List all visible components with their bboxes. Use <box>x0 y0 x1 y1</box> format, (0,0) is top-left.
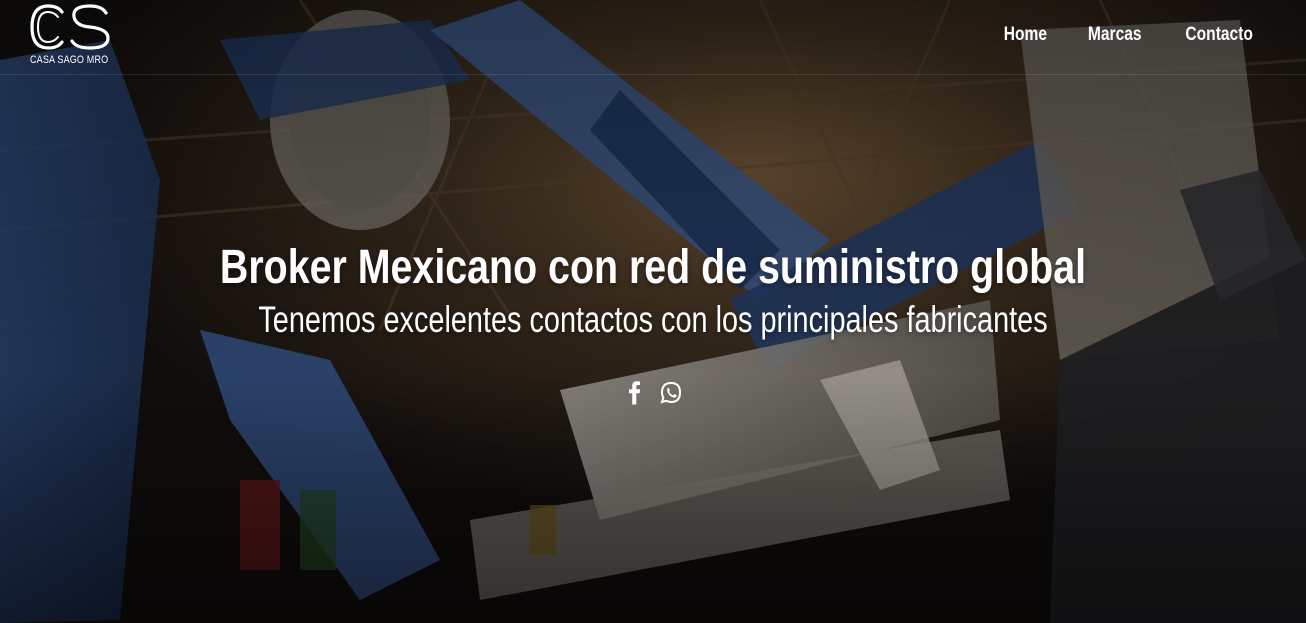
logo-brand-name: CASA SAGO MRO <box>30 54 109 66</box>
social-links <box>0 381 1306 405</box>
whatsapp-icon <box>660 381 682 404</box>
main-nav: Home Marcas Contacto <box>999 24 1260 46</box>
nav-marcas-link[interactable]: Marcas <box>1088 24 1142 46</box>
whatsapp-link[interactable] <box>660 381 682 405</box>
top-navbar: CASA SAGO MRO Home Marcas Contacto <box>0 0 1306 75</box>
facebook-icon <box>629 381 641 405</box>
logo[interactable]: CASA SAGO MRO <box>28 4 114 70</box>
hero-section: CASA SAGO MRO Home Marcas Contacto Broke… <box>0 0 1306 623</box>
nav-home-link[interactable]: Home <box>1004 24 1047 46</box>
hero-subtitle: Tenemos excelentes contactos con los pri… <box>258 299 1048 340</box>
nav-contacto-link[interactable]: Contacto <box>1185 24 1253 46</box>
hero-title: Broker Mexicano con red de suministro gl… <box>219 241 1087 294</box>
facebook-link[interactable] <box>624 381 646 405</box>
logo-cs-mark <box>30 4 110 50</box>
